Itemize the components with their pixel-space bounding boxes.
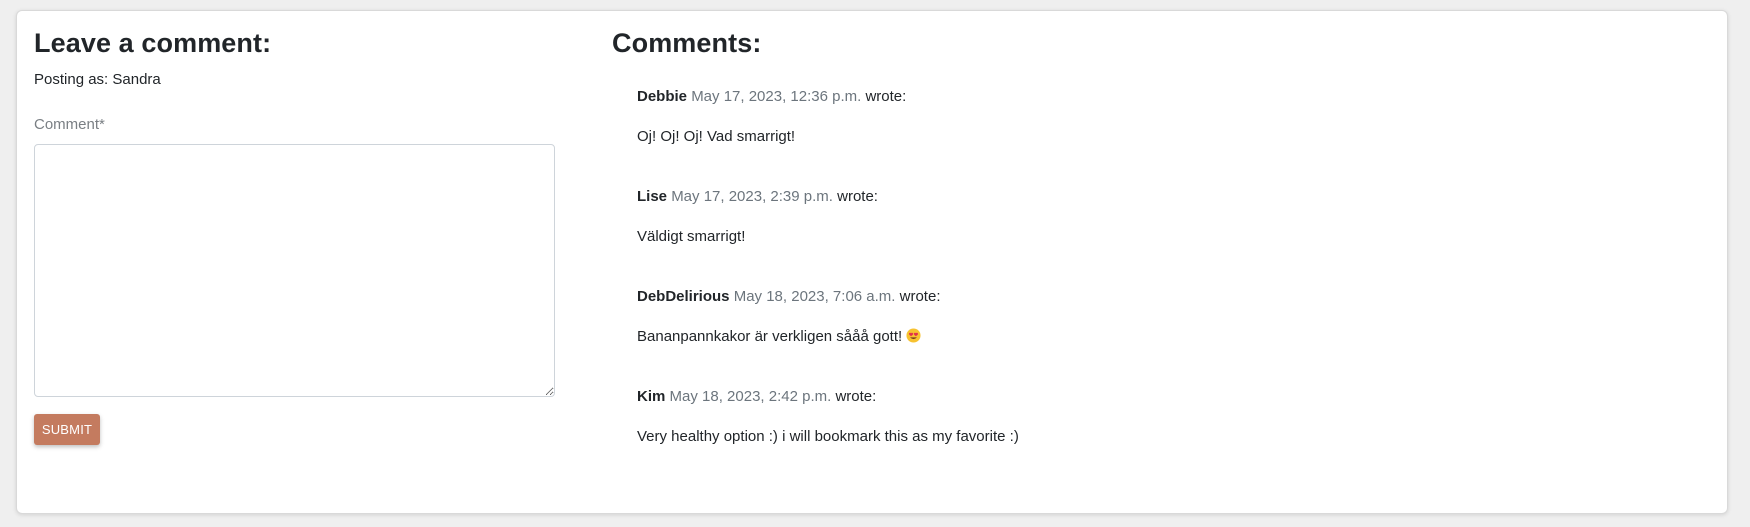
comment-body: Bananpannkakor är verkligen sååå gott! [637,327,1677,347]
comment-author: Lise [637,188,668,205]
comment-wrote: wrote: [835,388,877,405]
comment-body-text: Oj! Oj! Oj! Vad smarrigt! [637,128,796,145]
comment-author: Kim [637,388,666,405]
comment-body: Oj! Oj! Oj! Vad smarrigt! [637,127,1677,147]
comment-date: May 18, 2023, 2:42 p.m. [669,388,832,405]
comments-card: Leave a comment: Posting as: Sandra Comm… [16,10,1728,514]
comment-meta: Debbie May 17, 2023, 12:36 p.m. wrote: [637,87,1677,107]
comment-item: Kim May 18, 2023, 2:42 p.m. wrote: Very … [637,387,1677,447]
comment-body: Very healthy option :) i will bookmark t… [637,427,1677,447]
comment-date: May 17, 2023, 2:39 p.m. [671,188,833,205]
comment-body: Väldigt smarrigt! [637,227,1677,247]
comment-date: May 17, 2023, 12:36 p.m. [691,88,862,105]
comments-heading: Comments: [612,28,762,58]
comment-meta: Lise May 17, 2023, 2:39 p.m. wrote: [637,187,1677,207]
comment-body-text: Väldigt smarrigt! [637,228,746,245]
comment-wrote: wrote: [899,288,941,305]
comment-wrote: wrote: [837,188,878,205]
posting-as-text: Posting as: Sandra [34,71,161,88]
comment-item: Debbie May 17, 2023, 12:36 p.m. wrote: O… [637,87,1677,147]
comment-author: DebDelirious [637,288,730,305]
submit-button[interactable]: SUBMIT [34,414,100,445]
comment-item: DebDelirious May 18, 2023, 7:06 a.m. wro… [637,287,1677,347]
comment-meta: Kim May 18, 2023, 2:42 p.m. wrote: [637,387,1677,407]
comment-meta: DebDelirious May 18, 2023, 7:06 a.m. wro… [637,287,1677,307]
comment-date: May 18, 2023, 7:06 a.m. [733,288,896,305]
comment-textarea[interactable] [34,144,555,397]
comment-author: Debbie [637,88,688,105]
form-heading: Leave a comment: [34,28,272,58]
smiling-face-with-heart-eyes-icon [906,328,921,343]
comment-body-text: Bananpannkakor är verkligen sååå gott! [637,328,903,345]
comment-label: Comment* [34,116,105,133]
comment-wrote: wrote: [865,88,907,105]
comment-body-text: Very healthy option :) i will bookmark t… [637,428,1019,445]
comment-item: Lise May 17, 2023, 2:39 p.m. wrote: Väld… [637,187,1677,247]
